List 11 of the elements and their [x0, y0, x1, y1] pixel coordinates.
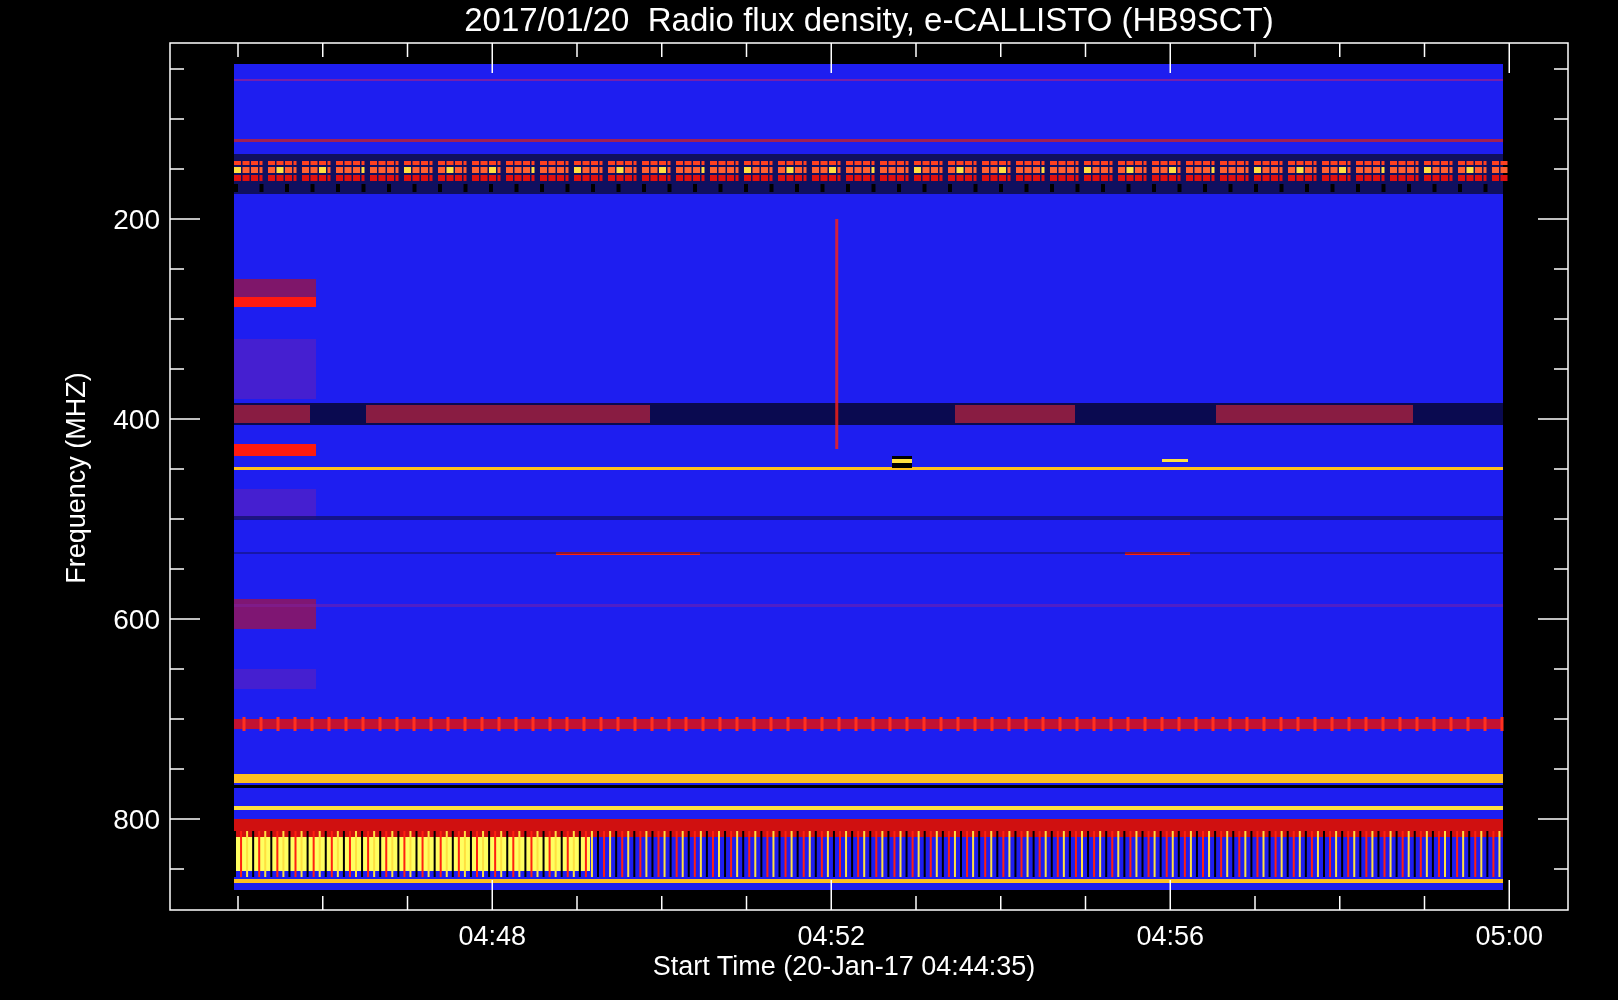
chart-title: 2017/01/20 Radio flux density, e-CALLISTO (HB9SCT) [464, 1, 1274, 38]
axis-tick-label: 04:48 [458, 921, 527, 951]
axis-tick-label: 05:00 [1475, 921, 1544, 951]
axis-title: Frequency (MHZ) [61, 372, 91, 584]
axis-title: Start Time (20-Jan-17 04:44:35) [652, 951, 1036, 981]
axis-tick-label: 200 [113, 204, 160, 235]
axis-tick-label: 04:56 [1136, 921, 1205, 951]
axis-tick-label: 800 [113, 804, 160, 835]
axis-tick-label: 04:52 [797, 921, 866, 951]
axis-tick-label: 600 [113, 604, 160, 635]
axis-tick-label: 400 [113, 404, 160, 435]
